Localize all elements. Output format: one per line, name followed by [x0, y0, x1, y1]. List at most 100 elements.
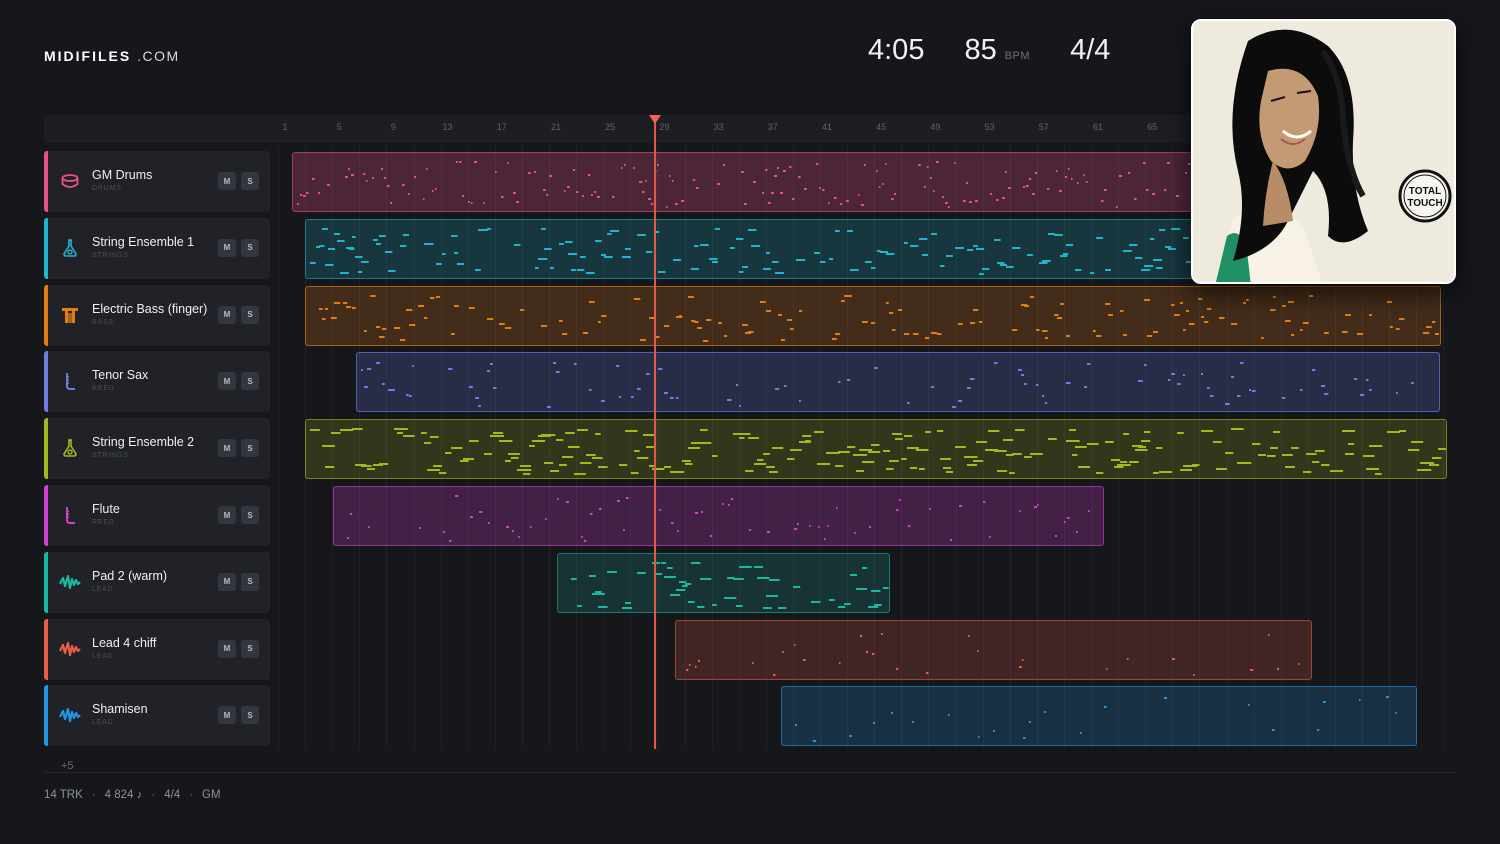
midi-note: [936, 161, 939, 163]
midi-note: [766, 309, 772, 312]
mute-button[interactable]: M: [218, 439, 236, 458]
midi-note: [423, 198, 425, 200]
clip-shamisen[interactable]: [781, 686, 1417, 747]
solo-button[interactable]: S: [241, 639, 259, 658]
midi-note: [1104, 189, 1107, 191]
midi-note: [1075, 268, 1082, 271]
midi-note: [733, 433, 743, 436]
midi-note: [861, 204, 865, 206]
midi-note: [388, 269, 396, 272]
track-header-pad-2-warm[interactable]: Pad 2 (warm) LEAD M S: [44, 551, 270, 613]
midi-note: [925, 336, 930, 339]
midi-note: [766, 466, 775, 469]
midi-note: [798, 176, 801, 178]
midi-note: [586, 454, 596, 457]
midi-note: [787, 458, 795, 461]
midi-note: [910, 244, 919, 247]
midi-note: [1026, 185, 1029, 187]
mute-button[interactable]: M: [218, 305, 236, 324]
mute-button[interactable]: M: [218, 506, 236, 524]
solo-button[interactable]: S: [241, 572, 259, 591]
midi-note: [1072, 454, 1078, 457]
solo-button[interactable]: S: [241, 706, 259, 725]
midi-note: [1054, 233, 1063, 236]
track-count: 14 TRK: [44, 789, 83, 801]
track-header-tenor-sax[interactable]: Tenor Sax REED M S: [44, 351, 270, 413]
track-name: Shamisen: [92, 702, 148, 717]
playhead-marker[interactable]: [649, 115, 661, 124]
midi-note: [659, 509, 662, 511]
midi-note: [1342, 430, 1356, 433]
clip-pad-2-warm[interactable]: [557, 552, 890, 613]
midi-note: [856, 470, 864, 473]
midi-note: [505, 460, 511, 463]
midi-note: [891, 712, 893, 715]
mute-button[interactable]: M: [218, 706, 236, 725]
more-tracks-label[interactable]: +5: [61, 760, 74, 772]
midi-note: [409, 323, 416, 326]
mute-button[interactable]: M: [218, 372, 236, 391]
track-header-string-ensemble-2[interactable]: String Ensemble 2 STRINGS M S: [44, 418, 270, 480]
clip-electric-bass-finger[interactable]: [305, 285, 1441, 346]
midi-note: [703, 442, 712, 445]
midi-note: [997, 261, 1005, 264]
mute-button[interactable]: M: [218, 172, 236, 190]
midi-note: [1114, 466, 1124, 469]
tempo-unit: BPM: [1004, 50, 1031, 62]
midi-note: [712, 603, 717, 606]
midi-note: [1240, 362, 1244, 365]
track-header-shamisen[interactable]: Shamisen LEAD M S: [44, 685, 270, 747]
midi-note: [495, 171, 497, 173]
track-header-electric-bass-finger[interactable]: Electric Bass (finger) BASS M S: [44, 284, 270, 346]
midi-note: [625, 247, 631, 250]
midi-note: [490, 435, 505, 438]
midi-note: [1399, 430, 1407, 433]
midi-note: [967, 387, 971, 390]
midi-note: [367, 468, 376, 471]
midi-note: [544, 324, 548, 327]
midi-note: [376, 362, 380, 365]
midi-note: [402, 184, 405, 186]
midi-note: [892, 433, 902, 436]
midi-note: [1056, 170, 1058, 172]
solo-button[interactable]: S: [241, 238, 259, 257]
midi-note: [345, 176, 348, 178]
playhead-line[interactable]: [654, 118, 656, 749]
clip-flute[interactable]: [333, 486, 1104, 546]
midi-note: [749, 529, 752, 531]
solo-button[interactable]: S: [241, 506, 259, 524]
midi-note: [468, 201, 470, 203]
solo-button[interactable]: S: [241, 439, 259, 458]
midi-note: [1165, 245, 1172, 248]
solo-button[interactable]: S: [241, 305, 259, 324]
clip-lead-4-chiff[interactable]: [675, 619, 1312, 680]
midi-note: [475, 268, 481, 271]
mute-button[interactable]: M: [218, 238, 236, 257]
ruler-tick: 5: [336, 122, 342, 132]
track-header-flute[interactable]: Flute REED M S: [44, 485, 270, 546]
solo-button[interactable]: S: [241, 172, 259, 190]
midi-note: [562, 456, 574, 459]
midi-note: [691, 442, 706, 445]
brand-logo[interactable]: MIDIFILES .COM: [44, 48, 180, 64]
mute-button[interactable]: M: [218, 572, 236, 591]
midi-note: [1083, 174, 1085, 176]
midi-note: [827, 525, 829, 527]
mute-button[interactable]: M: [218, 639, 236, 658]
midi-note: [694, 244, 699, 247]
midi-note: [549, 175, 553, 177]
clip-tenor-sax[interactable]: [356, 352, 1440, 413]
midi-note: [1120, 461, 1128, 464]
track-header-lead-4-chiff[interactable]: Lead 4 chiff LEAD M S: [44, 618, 270, 680]
track-header-gm-drums[interactable]: GM Drums DRUMS M S: [44, 151, 270, 212]
midi-note: [421, 432, 427, 435]
midi-note: [712, 260, 719, 263]
midi-note: [1127, 657, 1129, 660]
solo-button[interactable]: S: [241, 372, 259, 391]
track-header-string-ensemble-1[interactable]: String Ensemble 1 STRINGS M S: [44, 217, 270, 279]
midi-note: [838, 381, 841, 384]
midi-note: [507, 162, 509, 164]
clip-string-ensemble-2[interactable]: [305, 419, 1447, 480]
midi-note: [700, 429, 708, 432]
midi-note: [745, 470, 754, 473]
